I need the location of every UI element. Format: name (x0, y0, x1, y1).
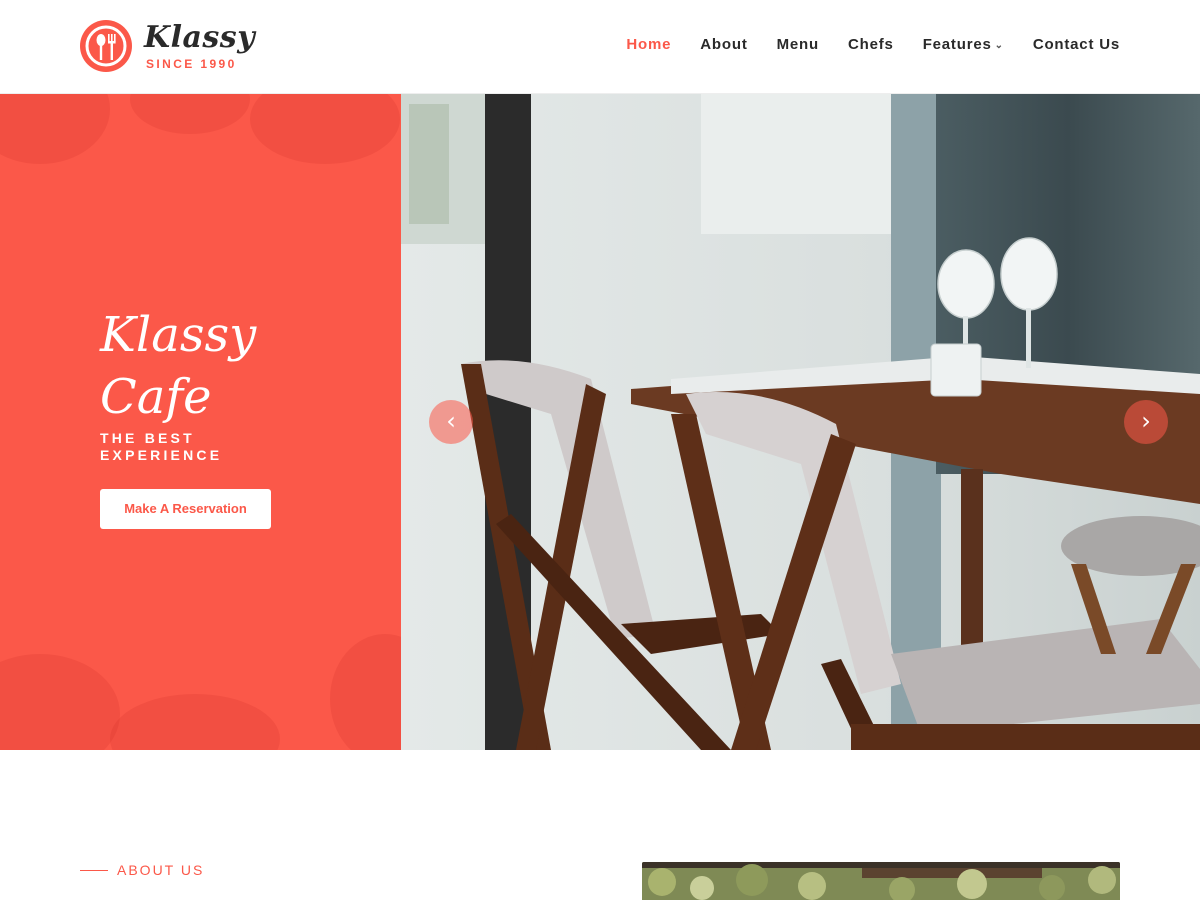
logo[interactable]: Klassy SINCE 1990 (80, 20, 255, 76)
nav-item-menu[interactable]: Menu (777, 36, 819, 53)
hero-subtitle-line2: EXPERIENCE (100, 447, 223, 463)
nav-item-home[interactable]: Home (626, 36, 671, 53)
hero-subtitle: THE BEST EXPERIENCE (100, 430, 222, 464)
chevron-down-icon: ⌄ (994, 40, 1004, 51)
about-heading: ABOUT US (117, 862, 205, 878)
floral-decoration (330, 634, 401, 750)
hero-title-line2: Cafe (100, 369, 212, 425)
hero-subtitle-line1: THE BEST (100, 430, 195, 446)
nav-item-about[interactable]: About (700, 36, 747, 53)
section-divider (80, 870, 108, 871)
floral-decoration (0, 94, 110, 164)
logo-icon (80, 20, 132, 72)
restaurant-photo (401, 94, 1200, 750)
floral-decoration (130, 94, 250, 134)
carousel-prev-button[interactable]: ‹ (429, 400, 473, 444)
carousel-next-button[interactable]: › (1124, 400, 1168, 444)
garden-photo (642, 862, 1120, 900)
nav-item-features-label: Features (922, 36, 992, 53)
about-section: ABOUT US (0, 750, 1200, 900)
main-nav: Home About Menu Chefs Features ⌄ Contact … (597, 36, 1120, 53)
floral-decoration (250, 94, 400, 164)
hero-section: Klassy Cafe THE BEST EXPERIENCE Make A R… (0, 94, 1200, 750)
nav-item-chefs[interactable]: Chefs (848, 36, 894, 53)
nav-item-features[interactable]: Features ⌄ (923, 36, 1004, 53)
nav-item-contact[interactable]: Contact Us (1033, 36, 1120, 53)
hero-panel: Klassy Cafe THE BEST EXPERIENCE Make A R… (0, 94, 401, 750)
floral-decoration (110, 694, 280, 750)
reservation-button[interactable]: Make A Reservation (100, 489, 271, 529)
about-image (642, 862, 1120, 900)
site-header: Klassy SINCE 1990 Home About Menu Chefs … (0, 0, 1200, 94)
hero-title-line1: Klassy (100, 307, 257, 363)
brand-name: Klassy (144, 20, 256, 55)
hero-title: Klassy Cafe (100, 304, 256, 428)
brand-tagline: SINCE 1990 (146, 57, 237, 71)
floral-decoration (0, 654, 120, 750)
hero-photo: ‹ › (401, 94, 1200, 750)
